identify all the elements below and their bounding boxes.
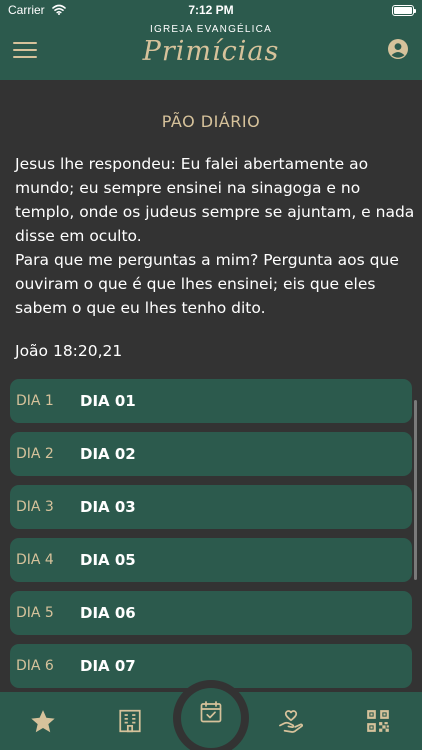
day-title: DIA 02 — [80, 445, 136, 463]
church-name-logo: Primícias — [142, 36, 280, 67]
verse-paragraph: Para que me perguntas a mim? Pergunta ao… — [15, 251, 399, 317]
day-item[interactable]: DIA 3 DIA 03 — [10, 485, 412, 529]
verse-text: Jesus lhe respondeu: Eu falei abertament… — [15, 152, 415, 320]
clock-time: 7:12 PM — [188, 3, 234, 17]
tab-church[interactable] — [117, 708, 147, 738]
day-title: DIA 05 — [80, 551, 136, 569]
day-title: DIA 07 — [80, 657, 136, 675]
church-prefix: IGREJA EVANGÉLICA — [150, 24, 272, 35]
section-title: PÃO DIÁRIO — [161, 112, 261, 131]
day-item[interactable]: DIA 4 DIA 05 — [10, 538, 412, 582]
day-number: DIA 5 — [16, 605, 54, 621]
tab-daily-bread[interactable] — [181, 688, 241, 748]
verse-reference: João 18:20,21 — [15, 342, 123, 360]
tab-qr-code[interactable] — [365, 708, 395, 738]
day-number: DIA 6 — [16, 658, 54, 674]
day-item[interactable]: DIA 2 DIA 02 — [10, 432, 412, 476]
star-icon — [31, 710, 55, 733]
tab-donations[interactable] — [277, 708, 307, 738]
battery-icon — [392, 5, 416, 16]
day-number: DIA 4 — [16, 552, 54, 568]
day-number: DIA 1 — [16, 393, 54, 409]
verse-paragraph: Jesus lhe respondeu: Eu falei abertament… — [15, 155, 415, 245]
day-number: DIA 2 — [16, 446, 54, 462]
hand-heart-icon — [279, 710, 303, 733]
day-title: DIA 01 — [80, 392, 136, 410]
tab-favorites[interactable] — [29, 708, 59, 738]
user-profile-icon[interactable] — [388, 39, 408, 59]
qr-code-icon — [367, 710, 389, 732]
app-header: Carrier 7:12 PM IGREJA EVANGÉLICA Primíc… — [0, 0, 422, 80]
building-icon — [119, 709, 141, 733]
day-title: DIA 03 — [80, 498, 136, 516]
calendar-check-icon — [200, 701, 222, 723]
day-list: DIA 1 DIA 01 DIA 2 DIA 02 DIA 3 DIA 03 D… — [10, 379, 412, 697]
day-item[interactable]: DIA 1 DIA 01 — [10, 379, 412, 423]
status-bar: Carrier 7:12 PM — [0, 0, 422, 22]
scrollbar[interactable] — [414, 400, 417, 580]
day-number: DIA 3 — [16, 499, 54, 515]
day-item[interactable]: DIA 5 DIA 06 — [10, 591, 412, 635]
day-title: DIA 06 — [80, 604, 136, 622]
